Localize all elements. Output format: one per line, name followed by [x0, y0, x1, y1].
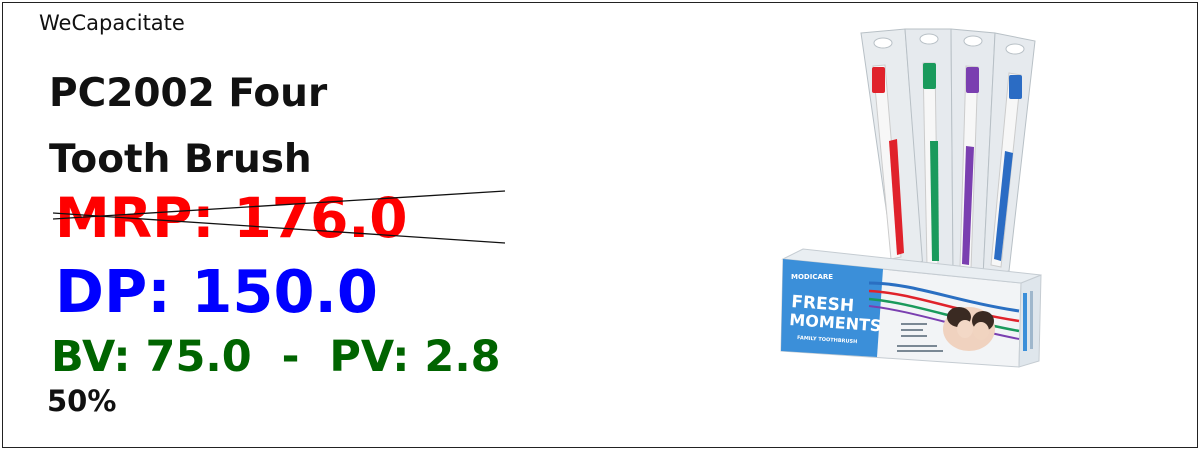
- bv-pv-values: BV: 75.0 - PV: 2.8: [51, 332, 501, 382]
- toothbrush-pack-image: MODICARE FRESH MOMENTS FAMILY TOOTHBRUSH: [780, 28, 1042, 368]
- box-maker-text: MODICARE: [791, 273, 833, 281]
- product-card: WeCapacitate PC2002 Four Tooth Brush MRP…: [2, 2, 1198, 448]
- dp-price: DP: 150.0: [55, 257, 378, 326]
- product-title: PC2002 Four Tooth Brush: [49, 61, 479, 193]
- mrp-strikethrough: [53, 190, 506, 244]
- brand-label: WeCapacitate: [39, 11, 185, 35]
- product-title-line1: PC2002 Four: [49, 71, 328, 116]
- discount-percent: 50%: [47, 384, 117, 418]
